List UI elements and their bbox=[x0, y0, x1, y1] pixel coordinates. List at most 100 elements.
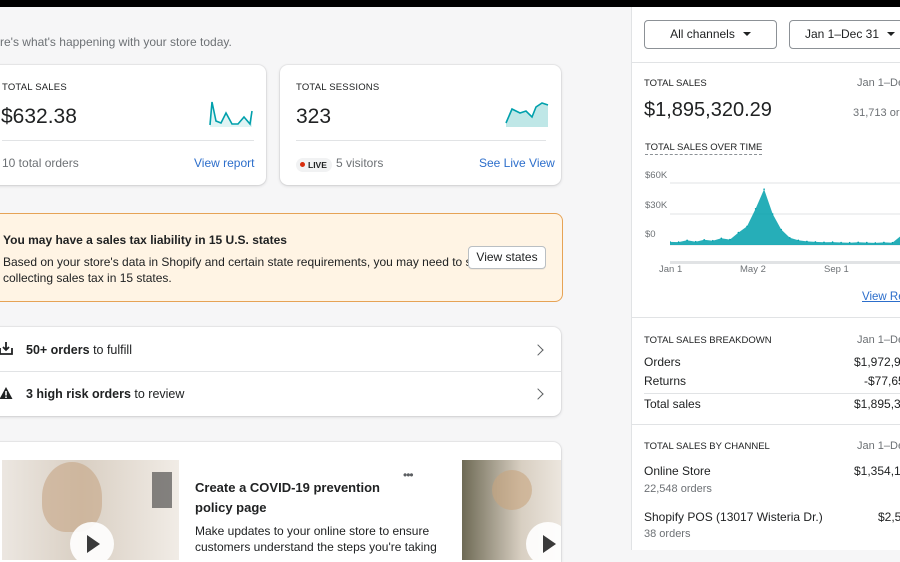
sales-data-point bbox=[857, 241, 859, 244]
view-report-link[interactable]: View report bbox=[194, 156, 254, 170]
live-badge-text: LIVE bbox=[308, 160, 327, 170]
breakdown-divider bbox=[644, 393, 900, 394]
breakdown-row-value: -$77,65 bbox=[864, 374, 900, 388]
sales-data-point bbox=[703, 239, 705, 241]
summary-label: TOTAL SALES bbox=[644, 78, 707, 89]
total-sales-card: TOTAL SALES $632.38 10 total orders View… bbox=[0, 65, 266, 185]
see-live-view-link[interactable]: See Live View bbox=[479, 156, 555, 170]
sales-data-point bbox=[823, 241, 825, 244]
analytics-panel: All channels Jan 1–Dec 31 TOTAL SALES Ja… bbox=[631, 7, 900, 550]
chart-title: TOTAL SALES OVER TIME bbox=[645, 142, 763, 155]
panel-divider bbox=[632, 424, 900, 425]
date-range-select[interactable]: Jan 1–Dec 31 bbox=[789, 20, 900, 49]
page-greeting: re's what's happening with your store to… bbox=[0, 35, 232, 49]
tips-carousel-card: Create a COVID-19 prevention policy page… bbox=[0, 442, 561, 562]
breakdown-label: TOTAL SALES BREAKDOWN bbox=[644, 335, 772, 346]
x-tick-label: Jan 1 bbox=[659, 264, 683, 275]
card-divider bbox=[296, 140, 546, 141]
y-tick-label: $60K bbox=[645, 170, 668, 181]
covid-title-line2[interactable]: policy page bbox=[195, 500, 267, 515]
channel-select[interactable]: All channels bbox=[644, 20, 777, 49]
sales-data-point bbox=[789, 237, 791, 239]
warning-icon bbox=[0, 387, 13, 399]
breakdown-row-value: $1,895,32 bbox=[854, 397, 900, 411]
y-tick-label: $0 bbox=[645, 229, 656, 240]
card-divider bbox=[2, 140, 254, 141]
channel-row-name: Online Store bbox=[644, 464, 711, 478]
play-icon[interactable] bbox=[70, 522, 114, 562]
next-video-thumbnail[interactable] bbox=[462, 460, 561, 562]
summary-date: Jan 1–Dec bbox=[857, 77, 900, 89]
live-badge: LIVE bbox=[296, 155, 332, 173]
by-channel-label: TOTAL SALES BY CHANNEL bbox=[644, 441, 770, 452]
sales-data-point bbox=[754, 208, 757, 210]
visitors-text: 5 visitors bbox=[336, 156, 384, 170]
banner-body-line2: collecting sales tax in 15 states. bbox=[3, 271, 172, 285]
sales-data-point bbox=[883, 241, 885, 244]
sales-data-point bbox=[831, 241, 834, 243]
total-sessions-sparkline bbox=[505, 102, 549, 127]
sales-data-point bbox=[874, 242, 877, 244]
sales-data-point bbox=[806, 240, 808, 243]
sales-over-time-chart bbox=[670, 182, 900, 264]
task-row-fulfill[interactable]: 50+ orders to fulfill bbox=[0, 327, 561, 371]
sales-data-point bbox=[866, 241, 868, 244]
tasks-card: 50+ orders to fulfill 3 high risk orders… bbox=[0, 327, 561, 416]
play-icon[interactable] bbox=[526, 522, 561, 562]
task-risk-bold: 3 high risk orders bbox=[26, 387, 131, 401]
banner-body-line1: Based on your store's data in Shopify an… bbox=[3, 255, 489, 269]
total-sales-label: TOTAL SALES bbox=[2, 82, 67, 93]
chart-axis-track bbox=[670, 261, 900, 264]
video-thumbnail[interactable] bbox=[2, 460, 179, 562]
covid-title-line1[interactable]: Create a COVID-19 prevention bbox=[195, 480, 380, 495]
covid-body-line2: customers understand the steps you're ta… bbox=[195, 540, 437, 554]
download-icon bbox=[0, 342, 13, 355]
total-sessions-card: TOTAL SESSIONS 323 LIVE 5 visitors See L… bbox=[280, 65, 561, 185]
channel-row-name: Shopify POS (13017 Wisteria Dr.) bbox=[644, 510, 823, 524]
total-sales-value: $632.38 bbox=[1, 105, 77, 128]
total-sessions-label: TOTAL SESSIONS bbox=[296, 82, 380, 93]
date-range-value: Jan 1–Dec 31 bbox=[804, 27, 880, 41]
panel-divider bbox=[632, 317, 900, 318]
sales-data-point bbox=[677, 241, 680, 243]
channel-select-value: All channels bbox=[670, 27, 735, 41]
sales-data-point bbox=[720, 237, 723, 240]
total-sales-sparkline bbox=[209, 101, 253, 127]
sales-data-point bbox=[686, 239, 688, 242]
sales-area-series bbox=[670, 189, 900, 245]
x-tick-label: Sep 1 bbox=[824, 264, 849, 275]
task-fulfill-bold: 50+ orders bbox=[26, 343, 90, 357]
banner-title: You may have a sales tax liability in 15… bbox=[3, 233, 287, 247]
sales-data-point bbox=[780, 228, 782, 231]
sales-data-point bbox=[737, 231, 740, 234]
chevron-right-icon bbox=[532, 388, 544, 400]
breakdown-row-name: Orders bbox=[644, 355, 681, 369]
caret-down-icon bbox=[887, 32, 896, 36]
sales-data-point bbox=[848, 241, 851, 244]
view-states-button[interactable]: View states bbox=[468, 246, 546, 269]
sales-data-point bbox=[746, 225, 748, 228]
view-report-link[interactable]: View Re bbox=[862, 291, 900, 303]
covid-card-panel: Create a COVID-19 prevention policy page… bbox=[179, 460, 437, 562]
channel-row-value: $2,51 bbox=[878, 510, 900, 524]
summary-total-value: $1,895,320.29 bbox=[644, 99, 772, 121]
x-tick-label: May 2 bbox=[740, 264, 766, 275]
sales-data-point bbox=[729, 238, 731, 241]
sales-data-point bbox=[797, 239, 800, 242]
total-orders-text: 10 total orders bbox=[2, 156, 79, 170]
more-options-icon[interactable]: ••• bbox=[403, 468, 414, 482]
task-row-high-risk[interactable]: 3 high risk orders to review bbox=[0, 372, 561, 416]
by-channel-date: Jan 1–Dec bbox=[857, 440, 900, 452]
channel-row-orders: 22,548 orders bbox=[644, 483, 712, 495]
panel-divider bbox=[632, 62, 900, 63]
breakdown-row-name: Returns bbox=[644, 374, 687, 388]
sales-data-point bbox=[891, 241, 894, 244]
task-fulfill-rest: to fulfill bbox=[89, 343, 132, 357]
live-dot-icon bbox=[300, 162, 305, 167]
breakdown-row-value: $1,972,98 bbox=[854, 355, 900, 369]
sales-data-point bbox=[694, 240, 697, 243]
covid-body-line1: Make updates to your online store to ens… bbox=[195, 524, 430, 538]
chevron-right-icon bbox=[532, 344, 544, 356]
breakdown-row-name: Total sales bbox=[644, 397, 701, 411]
caret-down-icon bbox=[742, 32, 751, 36]
